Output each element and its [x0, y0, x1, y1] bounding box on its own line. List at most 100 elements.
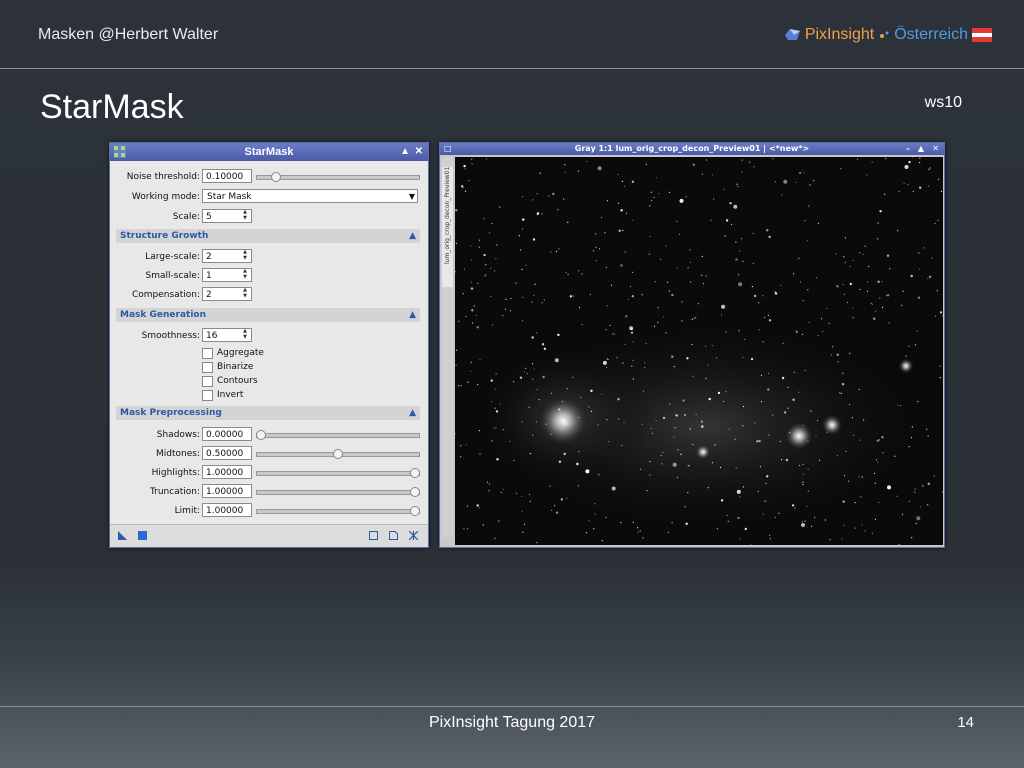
star [806, 505, 808, 507]
preview-tab[interactable]: lum_orig_crop_decon_Preview01 [442, 167, 453, 287]
truncation-input[interactable]: 1.00000 [202, 484, 252, 498]
limit-slider[interactable] [256, 506, 420, 516]
truncation-slider[interactable] [256, 487, 420, 497]
spinner-icon[interactable]: ▲ ▼ [239, 268, 251, 282]
star [843, 293, 846, 295]
star [533, 368, 535, 370]
checkbox-box[interactable] [202, 362, 213, 373]
star [864, 245, 866, 247]
star [538, 399, 540, 401]
spinner-icon[interactable]: ▲ ▼ [239, 249, 251, 263]
slider-knob[interactable] [410, 506, 420, 516]
star [536, 388, 538, 391]
dialog-titlebar[interactable]: StarMask ▲ ✕ [110, 143, 428, 161]
star [701, 425, 704, 428]
preview-icon[interactable] [369, 531, 378, 540]
structure-growth-header[interactable]: Structure Growth ▲ [116, 229, 420, 243]
new-instance-icon[interactable] [118, 531, 127, 540]
star [455, 271, 456, 273]
star [735, 241, 737, 243]
mask-preprocessing-header[interactable]: Mask Preprocessing ▲ [116, 406, 420, 420]
star [914, 488, 916, 490]
star [531, 336, 534, 339]
star [766, 229, 769, 232]
highlights-input[interactable]: 1.00000 [202, 465, 252, 479]
close-icon[interactable]: ✕ [932, 143, 939, 155]
mask-generation-header[interactable]: Mask Generation ▲ [116, 308, 420, 322]
chevron-down-icon[interactable]: ▼ [409, 190, 415, 204]
midtones-slider[interactable] [256, 449, 420, 459]
limit-label: Limit: [174, 506, 200, 516]
slider-knob[interactable] [333, 449, 343, 459]
slider-knob[interactable] [410, 487, 420, 497]
slider-knob[interactable] [410, 468, 420, 478]
star [671, 293, 674, 297]
star [526, 372, 528, 375]
star [520, 249, 522, 251]
shade-icon[interactable]: ▲ [918, 143, 924, 155]
working-mode-select[interactable]: Star Mask ▼ [202, 189, 418, 203]
noise-threshold-input[interactable]: 0.10000 [202, 169, 252, 183]
checkbox-box[interactable] [202, 348, 213, 359]
star [492, 324, 494, 326]
star [738, 330, 740, 332]
shade-icon[interactable]: ▲ [400, 143, 410, 161]
star [525, 264, 527, 266]
star [726, 514, 728, 516]
star [663, 316, 665, 318]
star [836, 285, 839, 288]
star [605, 517, 607, 519]
star [522, 531, 524, 533]
star [654, 281, 656, 283]
star [768, 319, 772, 322]
spinner-icon[interactable]: ▲ ▼ [239, 209, 251, 223]
window-menu-icon[interactable]: □ [444, 143, 452, 155]
star [642, 537, 644, 539]
star [772, 414, 774, 416]
shadows-input[interactable]: 0.00000 [202, 427, 252, 441]
star [646, 490, 648, 492]
star-field-image[interactable] [455, 157, 943, 545]
slider-knob[interactable] [271, 172, 282, 182]
limit-input[interactable]: 1.00000 [202, 503, 252, 517]
star [534, 283, 536, 285]
midtones-input[interactable]: 0.50000 [202, 446, 252, 460]
checkbox-box[interactable] [202, 390, 213, 401]
browse-documentation-icon[interactable] [389, 531, 398, 540]
star [595, 260, 597, 262]
star [471, 322, 473, 324]
star [861, 524, 863, 526]
star [649, 235, 651, 238]
apply-global-icon[interactable] [138, 531, 147, 540]
star [731, 223, 733, 226]
star [714, 444, 716, 446]
star [744, 338, 746, 340]
star [884, 193, 886, 195]
minimize-icon[interactable]: – [906, 143, 910, 155]
star [467, 381, 469, 383]
spinner-icon[interactable]: ▲ ▼ [239, 287, 251, 301]
process-icon[interactable] [114, 146, 126, 158]
shadows-slider[interactable] [256, 430, 420, 440]
close-icon[interactable]: ✕ [415, 143, 423, 161]
spinner-icon[interactable]: ▲ ▼ [239, 328, 251, 342]
star [485, 158, 487, 160]
star [908, 446, 910, 448]
highlights-slider[interactable] [256, 468, 420, 478]
image-window-titlebar[interactable]: □ Gray 1:1 lum_orig_crop_decon_Preview01… [440, 143, 944, 155]
star [836, 353, 839, 356]
star [543, 347, 547, 350]
star [940, 190, 942, 192]
slider-knob[interactable] [256, 430, 266, 440]
star [536, 193, 538, 195]
star [687, 465, 689, 467]
working-mode-label: Working mode: [131, 192, 200, 202]
checkbox-box[interactable] [202, 376, 213, 387]
collapse-icon[interactable]: ▲ [409, 406, 416, 420]
noise-threshold-slider[interactable] [256, 172, 420, 182]
star [840, 392, 842, 394]
reset-icon[interactable] [409, 531, 418, 540]
collapse-icon[interactable]: ▲ [409, 229, 416, 243]
collapse-icon[interactable]: ▲ [409, 308, 416, 322]
star [685, 522, 688, 525]
